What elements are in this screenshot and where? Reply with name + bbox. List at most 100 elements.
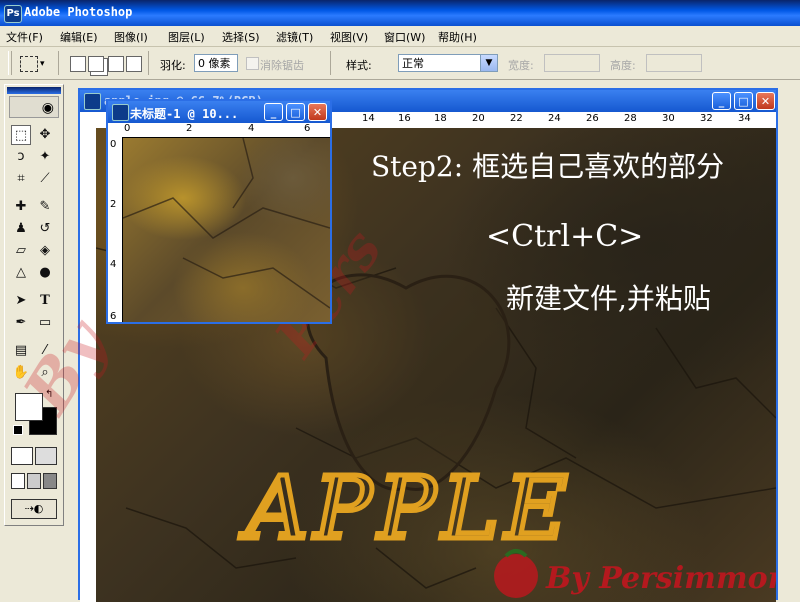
ruler-tick-label: 26 [586, 113, 599, 124]
divider [148, 51, 149, 75]
new-document-window: 未标题-1 @ 10... _ □ ✕ 0 2 4 6 0 2 4 6 [106, 99, 332, 324]
ruler-tick-label: 20 [472, 113, 485, 124]
app-title: Adobe Photoshop [24, 5, 133, 19]
ruler-tick-label: 32 [700, 113, 713, 124]
ruler-tick-label: 6 [304, 123, 311, 134]
document-icon [84, 93, 101, 110]
pasted-texture-art [123, 138, 330, 309]
close-button[interactable]: ✕ [756, 92, 775, 110]
type-tool-icon[interactable]: T [35, 291, 55, 311]
menu-filter[interactable]: 滤镜(T) [276, 29, 313, 45]
clone-stamp-tool-icon[interactable]: ♟ [11, 219, 31, 239]
feather-label: 羽化: [160, 59, 186, 72]
menu-view[interactable]: 视图(V) [330, 29, 368, 45]
screen-mode-full-icon[interactable] [43, 473, 57, 489]
crop-tool-icon[interactable]: ⌗ [11, 169, 31, 189]
magic-wand-tool-icon[interactable]: ✦ [35, 147, 55, 167]
blur-tool-icon[interactable]: △ [11, 263, 31, 283]
brush-tool-icon[interactable]: ✎ [35, 197, 55, 217]
app-titlebar: Ps Adobe Photoshop [0, 0, 800, 26]
minimize-button[interactable]: _ [264, 103, 283, 121]
maximize-button[interactable]: □ [734, 92, 753, 110]
rect-marquee-tool-icon[interactable]: ⬚ [11, 125, 31, 145]
annotation-new-file: 新建文件,并粘贴 [506, 282, 711, 315]
ruler-tick-label: 28 [624, 113, 637, 124]
history-brush-tool-icon[interactable]: ↺ [35, 219, 55, 239]
add-selection-icon[interactable] [88, 56, 104, 72]
style-label: 样式: [346, 59, 372, 72]
height-input[interactable] [646, 54, 702, 72]
pasted-texture-canvas[interactable] [123, 138, 330, 322]
healing-brush-tool-icon[interactable]: ✚ [11, 197, 31, 217]
new-document-titlebar[interactable]: 未标题-1 @ 10... _ □ ✕ [108, 101, 330, 123]
menu-bar: 文件(F) 编辑(E) 图像(I) 图层(L) 选择(S) 滤镜(T) 视图(V… [0, 26, 800, 47]
ruler-tick-label: 2 [186, 123, 193, 134]
slice-tool-icon[interactable]: ⟋ [35, 169, 55, 189]
ruler-tick-label: 22 [510, 113, 523, 124]
feather-input[interactable]: 0 像素 [194, 54, 238, 72]
menu-edit[interactable]: 编辑(E) [60, 29, 98, 45]
annotation-shortcut: <Ctrl+C> [486, 219, 643, 254]
apple-art-text: APPLE [239, 459, 574, 559]
options-bar: ▾ 羽化: 0 像素 消除锯齿 样式: 正常 ▼ 宽度: 高度: [0, 47, 800, 80]
menu-window[interactable]: 窗口(W) [384, 29, 425, 45]
watermark-text: By Persimmon [545, 561, 776, 596]
annotation-step2: Step2: 框选自己喜欢的部分 [371, 150, 724, 183]
maximize-button[interactable]: □ [286, 103, 305, 121]
ruler-tick-label: 0 [110, 139, 117, 150]
default-colors-icon[interactable] [13, 425, 23, 435]
standard-mode-icon[interactable] [11, 447, 33, 465]
ruler-tick-label: 4 [248, 123, 255, 134]
divider [58, 51, 59, 75]
ruler-tick-label: 14 [362, 113, 375, 124]
ruler-tick-label: 4 [110, 259, 117, 270]
lasso-tool-icon[interactable]: ↄ [11, 147, 31, 167]
paint-bucket-tool-icon[interactable]: ◈ [35, 241, 55, 261]
ruler-vertical: 0 2 4 6 [108, 137, 123, 322]
width-label: 宽度: [508, 59, 534, 72]
close-button[interactable]: ✕ [308, 103, 327, 121]
marquee-preset-icon[interactable] [20, 56, 38, 72]
pen-tool-icon[interactable]: ✒ [11, 313, 31, 333]
path-select-tool-icon[interactable]: ➤ [11, 291, 31, 311]
intersect-selection-icon[interactable] [126, 56, 142, 72]
persimmon-logo-icon [494, 554, 538, 598]
new-document-title: 未标题-1 @ 10... [130, 107, 239, 121]
antialias-label: 消除锯齿 [260, 59, 304, 72]
ruler-tick-label: 24 [548, 113, 561, 124]
photoshop-logo-icon: Ps [4, 5, 22, 23]
ruler-tick-label: 30 [662, 113, 675, 124]
menu-layer[interactable]: 图层(L) [168, 29, 205, 45]
grip-icon [8, 51, 12, 75]
screen-mode-standard-icon[interactable] [11, 473, 25, 489]
toolbox: ◉ ⬚ ✥ ↄ ✦ ⌗ ⟋ ✚ ✎ ♟ ↺ ▱ ◈ △ ● ➤ T ✒ ▭ ▤ … [4, 84, 64, 526]
menu-help[interactable]: 帮助(H) [438, 29, 477, 45]
chevron-down-icon[interactable]: ▼ [480, 55, 497, 71]
antialias-checkbox[interactable] [246, 57, 259, 70]
ruler-horizontal: 0 2 4 6 [108, 123, 330, 138]
ruler-tick-label: 2 [110, 199, 117, 210]
preset-dropdown-arrow-icon[interactable]: ▾ [40, 59, 45, 69]
menu-image[interactable]: 图像(I) [114, 29, 148, 45]
move-tool-icon[interactable]: ✥ [35, 125, 55, 145]
ruler-tick-label: 16 [398, 113, 411, 124]
ruler-tick-label: 34 [738, 113, 751, 124]
screen-mode-menu-icon[interactable] [27, 473, 41, 489]
ruler-tick-label: 18 [434, 113, 447, 124]
dodge-tool-icon[interactable]: ● [35, 263, 55, 283]
eraser-tool-icon[interactable]: ▱ [11, 241, 31, 261]
jump-to-imageready-icon[interactable]: ⇢◐ [11, 499, 57, 519]
menu-file[interactable]: 文件(F) [6, 29, 43, 45]
document-icon [112, 104, 129, 121]
photoshop-eye-logo-icon[interactable]: ◉ [9, 96, 59, 118]
ruler-tick-label: 6 [110, 311, 117, 322]
toolbox-header[interactable] [7, 87, 61, 94]
foreground-color-swatch[interactable] [15, 393, 43, 421]
minimize-button[interactable]: _ [712, 92, 731, 110]
style-select[interactable]: 正常 ▼ [398, 54, 498, 72]
subtract-selection-icon[interactable] [108, 56, 124, 72]
menu-select[interactable]: 选择(S) [222, 29, 260, 45]
width-input[interactable] [544, 54, 600, 72]
quickmask-mode-icon[interactable] [35, 447, 57, 465]
new-selection-icon[interactable] [70, 56, 86, 72]
